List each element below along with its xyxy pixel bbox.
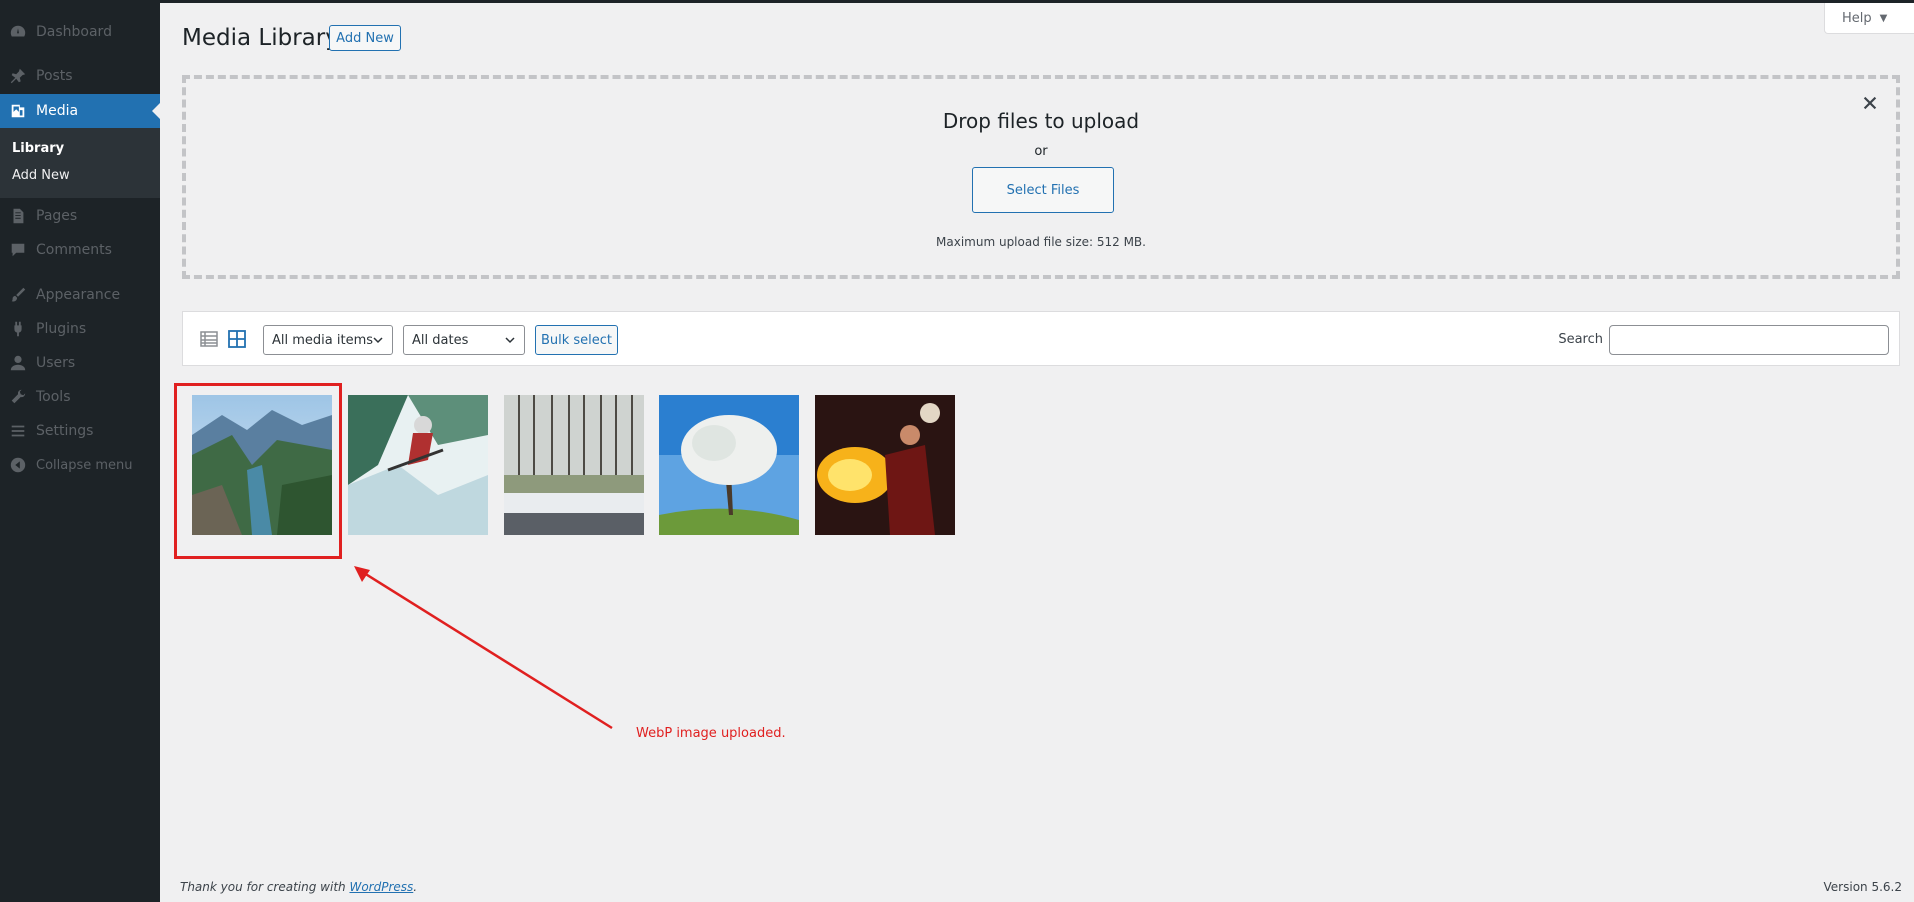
footer-thank-you-text: Thank you for creating with <box>180 880 350 894</box>
page-title: Media Library <box>182 25 339 51</box>
media-thumbnail[interactable] <box>659 395 799 535</box>
sidebar-item-label: Media <box>36 103 79 119</box>
upload-title: Drop files to upload <box>942 109 1140 133</box>
media-thumbnail[interactable] <box>348 395 488 535</box>
sidebar-item-pages[interactable]: Pages <box>0 199 160 233</box>
upload-or-text: or <box>1034 144 1048 159</box>
collapse-icon <box>8 455 28 475</box>
wrench-icon <box>8 387 28 407</box>
date-filter-value: All dates <box>412 332 469 348</box>
sidebar-item-media[interactable]: Media <box>0 94 160 128</box>
annotation-highlight-box <box>174 383 342 559</box>
users-icon <box>8 353 28 373</box>
media-thumbnail[interactable] <box>815 395 955 535</box>
chevron-down-icon <box>505 337 515 344</box>
winter-forest-image <box>504 395 644 535</box>
sidebar-item-label: Plugins <box>36 321 87 337</box>
close-icon[interactable] <box>1860 93 1880 113</box>
sidebar-item-label: Pages <box>36 208 78 224</box>
rafting-image <box>348 395 488 535</box>
sidebar-item-posts[interactable]: Posts <box>0 59 160 93</box>
upload-dropzone[interactable]: Drop files to upload or Select Files Max… <box>182 75 1900 279</box>
list-view-icon[interactable] <box>199 329 219 349</box>
sidebar-item-tools[interactable]: Tools <box>0 380 160 414</box>
help-label: Help <box>1842 10 1872 26</box>
wordpress-link[interactable]: WordPress <box>349 880 413 894</box>
sidebar-item-appearance[interactable]: Appearance <box>0 278 160 312</box>
brush-icon <box>8 285 28 305</box>
sidebar-item-label: Settings <box>36 423 94 439</box>
comments-icon <box>8 240 28 260</box>
search-label: Search <box>1558 332 1603 347</box>
sidebar-item-users[interactable]: Users <box>0 346 160 380</box>
grid-view-icon[interactable] <box>227 329 247 349</box>
sidebar-item-plugins[interactable]: Plugins <box>0 312 160 346</box>
chevron-down-icon <box>373 337 383 344</box>
search-input[interactable] <box>1609 325 1889 355</box>
add-new-button[interactable]: Add New <box>329 25 401 51</box>
sidebar-item-settings[interactable]: Settings <box>0 414 160 448</box>
select-files-button[interactable]: Select Files <box>972 167 1114 213</box>
sidebar-item-comments[interactable]: Comments <box>0 233 160 267</box>
date-filter[interactable]: All dates <box>403 325 525 355</box>
blossom-tree-image <box>659 395 799 535</box>
sidebar-item-label: Tools <box>36 389 71 405</box>
help-button[interactable]: Help ▼ <box>1824 3 1914 34</box>
sidebar-item-label: Collapse menu <box>36 457 133 473</box>
sidebar-item-label: Comments <box>36 242 112 258</box>
sidebar-item-label: Dashboard <box>36 24 112 40</box>
admin-sidebar: Dashboard Posts Media Library Add New Pa… <box>0 0 160 902</box>
media-submenu: Library Add New <box>0 128 160 198</box>
settings-icon <box>8 421 28 441</box>
media-icon <box>8 101 28 121</box>
media-toolbar: All media items All dates Bulk select Se… <box>182 311 1900 366</box>
dashboard-icon <box>8 22 28 42</box>
bulk-select-button[interactable]: Bulk select <box>535 325 618 355</box>
collapse-menu-button[interactable]: Collapse menu <box>0 448 160 482</box>
top-strip <box>0 0 1914 3</box>
media-type-value: All media items <box>272 332 374 348</box>
annotation-arrow-icon <box>354 566 613 730</box>
submenu-item-add-new[interactable]: Add New <box>12 168 70 183</box>
footer-thank-you: Thank you for creating with WordPress. <box>180 880 417 894</box>
footer-version: Version 5.6.2 <box>1823 880 1902 894</box>
upload-max-size: Maximum upload file size: 512 MB. <box>936 235 1146 249</box>
annotation-text: WebP image uploaded. <box>636 726 786 741</box>
media-thumbnail[interactable] <box>504 395 644 535</box>
pages-icon <box>8 206 28 226</box>
footer-period: . <box>413 880 418 894</box>
submenu-item-library[interactable]: Library <box>12 141 64 156</box>
sidebar-item-label: Users <box>36 355 76 371</box>
sidebar-item-dashboard[interactable]: Dashboard <box>0 15 160 49</box>
media-type-filter[interactable]: All media items <box>263 325 393 355</box>
caret-down-icon: ▼ <box>1879 12 1888 24</box>
plug-icon <box>8 319 28 339</box>
sidebar-item-label: Posts <box>36 68 73 84</box>
fire-performer-image <box>815 395 955 535</box>
sidebar-item-label: Appearance <box>36 287 121 303</box>
pin-icon <box>8 66 28 86</box>
